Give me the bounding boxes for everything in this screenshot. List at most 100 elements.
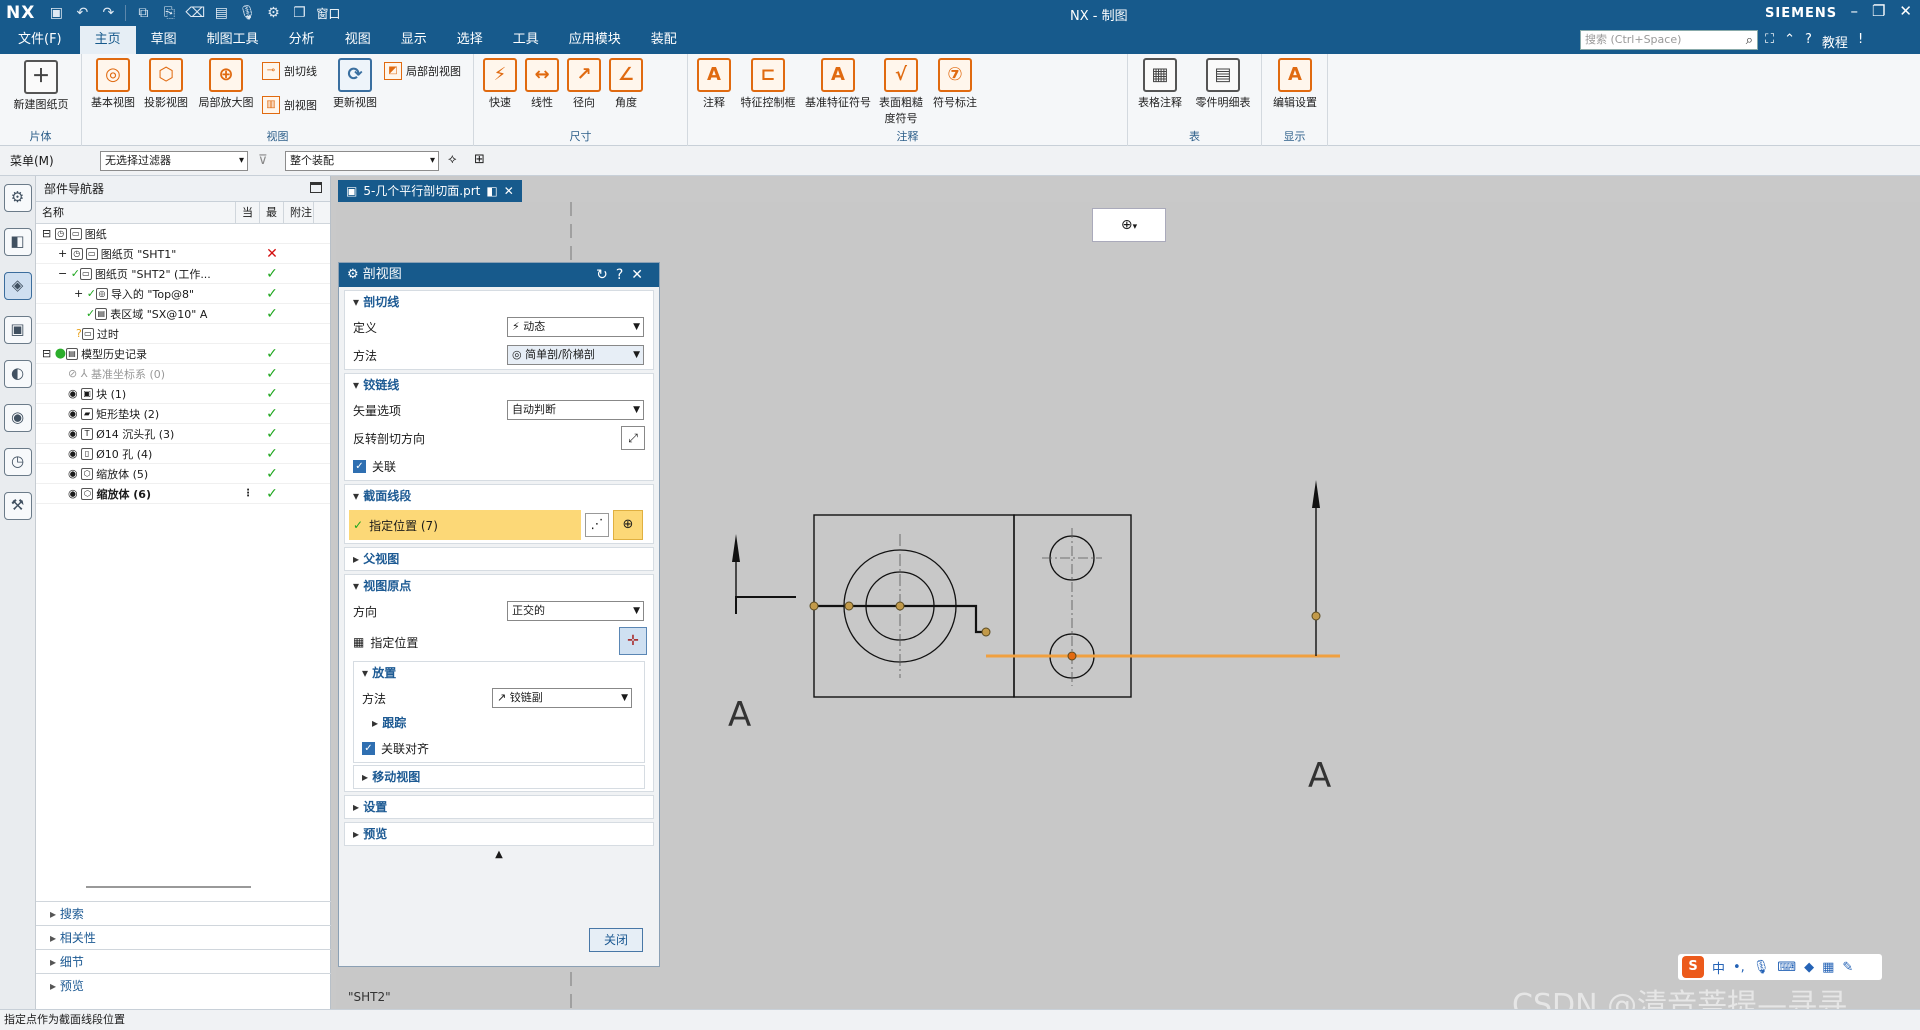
tab-display[interactable]: 显示 xyxy=(386,26,442,54)
close-icon[interactable]: ✕ xyxy=(631,267,651,283)
point-snap-icon[interactable]: ⊕ xyxy=(613,510,643,540)
maximize-icon[interactable] xyxy=(310,182,322,193)
delete-icon[interactable]: ⌫ xyxy=(184,4,206,22)
view-origin-header[interactable]: 视图原点 xyxy=(345,575,653,597)
datum-button[interactable]: A 基准特征符号 xyxy=(802,58,874,110)
paste-icon[interactable]: ⎘ xyxy=(158,4,180,22)
tree-row[interactable]: − ✓ ▭ 图纸页 "SHT2" (工作... ✓ xyxy=(36,264,330,284)
web-browser-icon[interactable]: ◐ xyxy=(3,360,32,388)
projected-view-button[interactable]: ⬡ 投影视图 xyxy=(140,58,192,110)
expand-icon[interactable]: + xyxy=(58,247,67,260)
tree-row[interactable]: ✓ ▤ 表区域 "SX@10" A ✓ xyxy=(36,304,330,324)
reuse-library-icon[interactable]: ▣ xyxy=(3,316,32,344)
settings-icon[interactable]: ⚙ xyxy=(3,184,32,212)
collapse-dialog-icon[interactable]: ▲ xyxy=(339,849,659,860)
new-sheet-button[interactable]: ＋ 新建图纸页 xyxy=(8,60,74,112)
tree-row[interactable]: ◉ T Ø14 沉头孔 (3) ✓ xyxy=(36,424,330,444)
point-dialog-icon[interactable]: ⋰ xyxy=(585,513,609,537)
copy-icon[interactable]: ⧉ xyxy=(132,4,154,22)
filter-icon[interactable]: ⊽ xyxy=(258,153,268,168)
detail-view-button[interactable]: ⊕ 局部放大图 xyxy=(194,58,258,110)
document-tab[interactable]: ▣ 5-几个平行剖切面.prt ◧ ✕ xyxy=(338,180,522,202)
parts-list-button[interactable]: ▤ 零件明细表 xyxy=(1190,58,1256,110)
note-button[interactable]: A 注释 xyxy=(694,58,734,110)
collapse-icon[interactable]: ⊟ xyxy=(42,347,51,360)
definition-dropdown[interactable]: ⚡ 动态 ▼ xyxy=(507,317,644,337)
method-dropdown[interactable]: ◎ 简单剖/阶梯剖 ▼ xyxy=(507,345,644,365)
tree-row[interactable]: ⊟ ● ▤ 模型历史记录 ✓ xyxy=(36,344,330,364)
tab-analysis[interactable]: 分析 xyxy=(274,26,330,54)
save-icon[interactable]: ▣ xyxy=(45,4,67,22)
assembly-scope-dropdown[interactable]: 整个装配 ▾ xyxy=(285,151,439,171)
section-line-button[interactable]: ⊸ 剖切线 xyxy=(262,62,317,80)
keyboard-icon[interactable]: ⌨ xyxy=(1777,960,1796,975)
tab-view[interactable]: 视图 xyxy=(330,26,386,54)
apps-icon[interactable]: ▦ xyxy=(1822,960,1834,975)
move-view-header[interactable]: 移动视图 xyxy=(354,766,644,788)
section-view-button[interactable]: ▥ 剖视图 xyxy=(262,96,317,114)
eye-icon[interactable]: ◉ xyxy=(68,467,78,480)
collapse-icon[interactable]: ⊟ xyxy=(42,227,51,240)
settings-header[interactable]: 设置 xyxy=(345,796,653,818)
tree-row[interactable]: ◉ ▯ Ø10 孔 (4) ✓ xyxy=(36,444,330,464)
break-out-view-button[interactable]: ◩ 局部剖视图 xyxy=(384,62,461,80)
eye-icon[interactable]: ◉ xyxy=(68,447,78,460)
radial-dimension-button[interactable]: ↗ 径向 xyxy=(564,58,604,110)
eye-icon[interactable]: ◉ xyxy=(68,387,78,400)
tree-row[interactable]: ? ▭ 过时 xyxy=(36,324,330,344)
switch-window-icon[interactable]: ❐ xyxy=(288,4,310,22)
tree-row[interactable]: ◉ ▣ 块 (1) ✓ xyxy=(36,384,330,404)
tab-selection[interactable]: 选择 xyxy=(442,26,498,54)
fcf-button[interactable]: ⊏ 特征控制框 xyxy=(736,58,800,110)
alert-icon[interactable]: ! xyxy=(1858,32,1863,51)
panel-preview[interactable]: 预览 xyxy=(36,973,331,997)
linear-dimension-button[interactable]: ↔ 线性 xyxy=(522,58,562,110)
rapid-dimension-button[interactable]: ⚡ 快速 xyxy=(480,58,520,110)
symbol-button[interactable]: ⑦ 符号标注 xyxy=(928,58,982,110)
edit-settings-button[interactable]: A 编辑设置 xyxy=(1268,58,1322,110)
tool-icon[interactable]: ▤ xyxy=(210,4,232,22)
tree-row[interactable]: + ◷ ▭ 图纸页 "SHT1" ✕ xyxy=(36,244,330,264)
close-icon[interactable]: ✕ xyxy=(1899,2,1912,20)
minimize-icon[interactable]: – xyxy=(1850,2,1858,20)
help-icon[interactable]: ? xyxy=(616,267,631,283)
close-tab-icon[interactable]: ✕ xyxy=(504,180,514,202)
panel-search[interactable]: 搜索 xyxy=(36,901,331,925)
select-icon[interactable]: ⊞ xyxy=(474,152,485,167)
panel-dependencies[interactable]: 相关性 xyxy=(36,925,331,949)
selection-filter-dropdown[interactable]: 无选择过滤器 ▾ xyxy=(100,151,248,171)
hinge-line-header[interactable]: 铰链线 xyxy=(345,374,653,396)
assembly-navigator-icon[interactable]: ◧ xyxy=(3,228,32,256)
hidden-eye-icon[interactable]: ⊘ xyxy=(68,367,77,380)
update-view-button[interactable]: ⟳ 更新视图 xyxy=(328,58,382,110)
file-menu[interactable]: 文件(F) xyxy=(0,26,80,54)
section-segment-header[interactable]: 截面线段 xyxy=(345,485,653,507)
expand-icon[interactable]: + xyxy=(74,287,83,300)
restore-icon[interactable]: ❐ xyxy=(1872,2,1885,20)
placement-method-dropdown[interactable]: ↗ 铰链副 ▼ xyxy=(492,688,632,708)
tab-drafting-tools[interactable]: 制图工具 xyxy=(192,26,274,54)
surface-finish-button[interactable]: √ 表面粗糙度符号 xyxy=(876,58,926,126)
fullscreen-icon[interactable]: ⛶ xyxy=(1765,32,1774,51)
sogou-logo[interactable]: S xyxy=(1682,956,1704,978)
menu-button[interactable]: 菜单(M) xyxy=(10,152,54,169)
command-finder-icon[interactable]: ⚙ xyxy=(262,4,284,22)
tree-row[interactable]: + ✓ ◎ 导入的 "Top@8" ✓ xyxy=(36,284,330,304)
undo-icon[interactable]: ↶ xyxy=(71,4,93,22)
column-latest[interactable]: 最 xyxy=(260,202,284,223)
close-button[interactable]: 关闭 xyxy=(589,928,643,952)
tree-row[interactable]: ◉ ⬡ 缩放体 (5) ✓ xyxy=(36,464,330,484)
tab-assembly[interactable]: 装配 xyxy=(636,26,692,54)
tab-tools[interactable]: 工具 xyxy=(498,26,554,54)
tab-sketch[interactable]: 草图 xyxy=(136,26,192,54)
tree-row[interactable]: ⊘ ⅄ 基准坐标系 (0) ✓ xyxy=(36,364,330,384)
associative-checkbox[interactable]: ✓ xyxy=(353,459,366,473)
preview-header[interactable]: 预览 xyxy=(345,823,653,845)
eye-icon[interactable]: ◉ xyxy=(68,427,78,440)
direction-dropdown[interactable]: 正交的 ▼ xyxy=(507,601,644,621)
tree-row[interactable]: ◉ ⬡ 缩放体 (6) ⋮ ✓ xyxy=(36,484,330,504)
snap-icon[interactable]: ⟡ xyxy=(448,152,457,167)
punctuation-icon[interactable]: •, xyxy=(1733,960,1745,975)
horizontal-scrollbar[interactable] xyxy=(86,886,251,888)
eye-icon[interactable]: ◉ xyxy=(68,407,78,420)
